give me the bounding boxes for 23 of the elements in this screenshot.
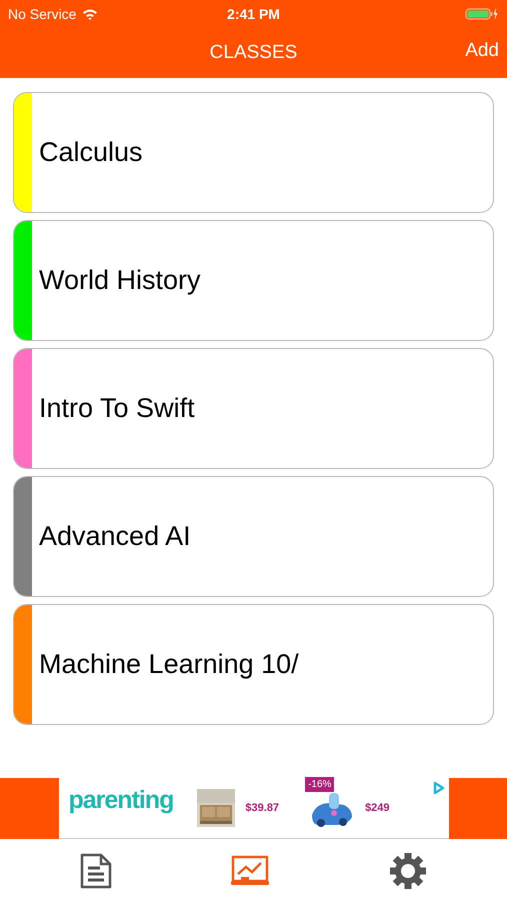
class-card[interactable]: Intro To Swift xyxy=(13,348,494,469)
clock-time: 2:41 PM xyxy=(227,6,280,22)
wifi-icon xyxy=(82,8,98,20)
class-card[interactable]: Calculus xyxy=(13,92,494,213)
settings-icon[interactable] xyxy=(388,850,428,890)
ad-logo: parenting xyxy=(68,786,174,814)
class-card[interactable]: Machine Learning 10/ xyxy=(13,604,494,725)
class-card[interactable]: World History xyxy=(13,220,494,341)
discount-badge: -16% xyxy=(305,777,334,792)
class-name: Machine Learning 10/ xyxy=(38,649,299,680)
class-name: Advanced AI xyxy=(38,521,191,552)
screen-title: CLASSES xyxy=(210,42,298,64)
class-card[interactable]: Advanced AI xyxy=(13,476,494,597)
class-name: World History xyxy=(38,265,201,296)
document-icon[interactable] xyxy=(78,852,113,888)
ad-banner[interactable]: parenting $39.87 -16% $249 xyxy=(58,778,448,839)
carrier-label: No Service xyxy=(8,6,76,22)
battery-icon xyxy=(465,7,499,21)
class-name: Intro To Swift xyxy=(38,393,195,424)
price-label: $249 xyxy=(365,802,390,814)
chart-icon[interactable] xyxy=(230,854,270,886)
class-name: Calculus xyxy=(38,137,143,168)
price-label: $39.87 xyxy=(245,802,280,814)
